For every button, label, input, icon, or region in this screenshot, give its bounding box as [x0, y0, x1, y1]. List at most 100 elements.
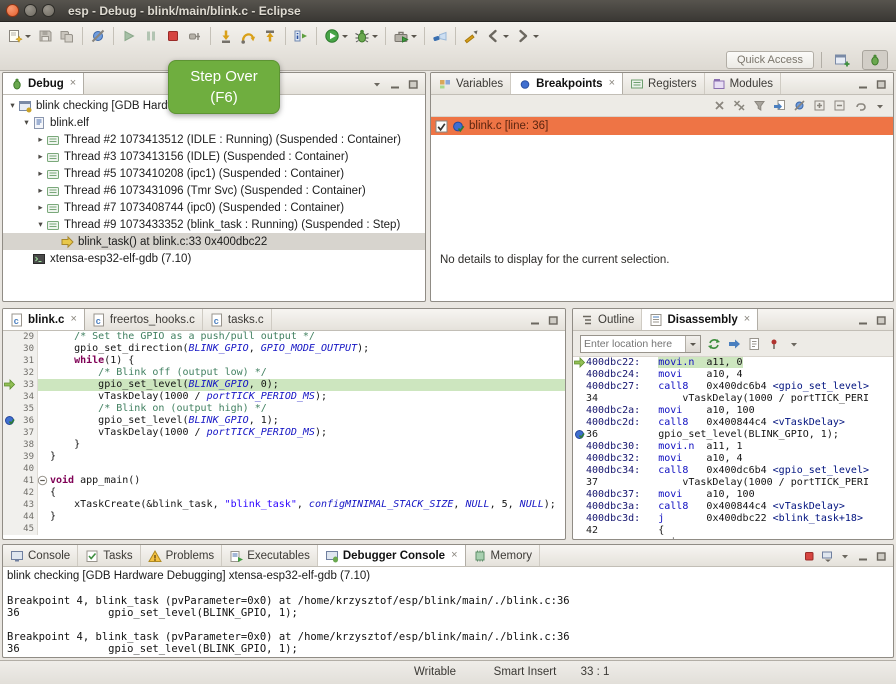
tab-close-icon[interactable]: × [609, 78, 615, 89]
debug-launch-tree[interactable]: ▾blink checking [GDB Hardware Debugging]… [3, 95, 425, 267]
tab-close-icon[interactable]: × [744, 314, 750, 325]
window-close-button[interactable] [6, 4, 19, 17]
tab-disassembly[interactable]: Disassembly× [642, 309, 758, 330]
display-console-button[interactable] [819, 548, 835, 564]
tab-breakpoints[interactable]: Breakpoints× [511, 73, 623, 94]
step-over-button[interactable] [237, 25, 259, 47]
maximize-button[interactable] [873, 76, 889, 92]
breakpoint-row[interactable]: blink.c [line: 36] [431, 117, 893, 135]
quick-access-button[interactable]: Quick Access [726, 51, 814, 69]
location-combo[interactable] [580, 335, 701, 353]
debug-tree-item[interactable]: blink_task() at blink.c:33 0x400dbc22 [3, 233, 425, 250]
view-menu-button[interactable] [871, 97, 888, 114]
disconnect-button[interactable] [184, 25, 206, 47]
console-output[interactable]: Breakpoint 4, blink_task (pvParameter=0x… [3, 583, 893, 655]
debug-perspective-button[interactable] [862, 50, 888, 70]
debug-tree-item[interactable]: ▸Thread #6 1073431096 (Tmr Svc) (Suspend… [3, 182, 425, 199]
tab-outline[interactable]: Outline [573, 309, 642, 330]
tab-close-icon[interactable]: × [70, 78, 76, 89]
tree-expanded-arrow-icon[interactable]: ▾ [21, 117, 32, 128]
debug-tree-item[interactable]: ▾blink.elf [3, 114, 425, 131]
step-into-button[interactable] [215, 25, 237, 47]
skip-all-breakpoints-button[interactable] [87, 25, 109, 47]
debug-button[interactable] [351, 25, 381, 47]
pin-view-button[interactable] [765, 335, 782, 352]
goto-program-counter-button[interactable] [725, 335, 742, 352]
tab-modules[interactable]: Modules [705, 73, 781, 94]
view-menu-button[interactable] [837, 548, 853, 564]
remove-all-breakpoints-button[interactable] [731, 97, 748, 114]
tab-freertos-hooks-c[interactable]: cfreertos_hooks.c [85, 309, 203, 330]
tree-expanded-arrow-icon[interactable]: ▾ [35, 219, 46, 230]
suspend-button[interactable] [140, 25, 162, 47]
minimize-button[interactable] [855, 548, 871, 564]
fold-marker-icon[interactable] [37, 475, 47, 487]
disassembly-content[interactable]: 400dbc22: movi.n a11, 0400dbc24: movi a1… [573, 357, 893, 540]
tree-expanded-arrow-icon[interactable]: ▾ [7, 100, 18, 111]
breakpoints-list[interactable]: blink.c [line: 36] [431, 117, 893, 135]
last-edit-location-button[interactable] [460, 25, 482, 47]
tab-memory[interactable]: Memory [466, 545, 541, 566]
run-button[interactable] [321, 25, 351, 47]
instruction-stepping-button[interactable] [290, 25, 312, 47]
instruction-pointer-icon[interactable] [3, 379, 16, 391]
link-with-debug-view-button[interactable] [851, 97, 868, 114]
location-input[interactable] [581, 336, 685, 352]
open-perspective-button[interactable] [829, 50, 855, 70]
debug-tree-item[interactable]: ▾Thread #9 1073433352 (blink_task : Runn… [3, 216, 425, 233]
tree-collapsed-arrow-icon[interactable]: ▸ [35, 202, 46, 213]
forward-caret-icon[interactable] [533, 35, 539, 41]
resume-button[interactable] [118, 25, 140, 47]
tab-blink-c[interactable]: cblink.c× [3, 309, 85, 330]
skip-all-breakpoints-small-button[interactable] [791, 97, 808, 114]
tab-debugger-console[interactable]: Debugger Console× [318, 545, 466, 566]
back-button[interactable] [482, 25, 512, 47]
maximize-button[interactable] [545, 312, 561, 328]
forward-button[interactable] [512, 25, 542, 47]
back-caret-icon[interactable] [503, 35, 509, 41]
save-all-button[interactable] [56, 25, 78, 47]
goto-breakpoint-file-button[interactable] [771, 97, 788, 114]
minimize-button[interactable] [855, 76, 871, 92]
window-maximize-button[interactable] [42, 4, 55, 17]
step-return-button[interactable] [259, 25, 281, 47]
tab-executables[interactable]: Executables [222, 545, 318, 566]
tab-console[interactable]: Console [3, 545, 78, 566]
debug-tree-item[interactable]: ▸Thread #2 1073413512 (IDLE : Running) (… [3, 131, 425, 148]
maximize-button[interactable] [873, 312, 889, 328]
terminate-button[interactable] [162, 25, 184, 47]
debug-tree-item[interactable]: xtensa-esp32-elf-gdb (7.10) [3, 250, 425, 267]
show-source-button[interactable] [745, 335, 762, 352]
minimize-button[interactable] [387, 76, 403, 92]
tab-tasks[interactable]: Tasks [78, 545, 140, 566]
expand-all-button[interactable] [811, 97, 828, 114]
tab-close-icon[interactable]: × [451, 550, 457, 561]
breakpoint-marker-icon[interactable] [3, 415, 16, 427]
maximize-button[interactable] [405, 76, 421, 92]
terminate-console-button[interactable] [801, 548, 817, 564]
code-editor[interactable]: 29 /* Set the GPIO as a push/pull output… [3, 331, 565, 535]
minimize-button[interactable] [855, 312, 871, 328]
tab-variables[interactable]: Variables [431, 73, 511, 94]
external-tools-caret-icon[interactable] [411, 35, 417, 41]
new-wizard-button[interactable] [4, 25, 34, 47]
sync-active-context-button[interactable] [705, 335, 722, 352]
debug-tree-item[interactable]: ▸Thread #3 1073413156 (IDLE) (Suspended … [3, 148, 425, 165]
tree-collapsed-arrow-icon[interactable]: ▸ [35, 151, 46, 162]
tab-tasks-c[interactable]: ctasks.c [203, 309, 272, 330]
run-caret-icon[interactable] [342, 35, 348, 41]
external-tools-button[interactable] [390, 25, 420, 47]
combo-caret-icon[interactable] [685, 336, 700, 352]
tab-problems[interactable]: Problems [141, 545, 223, 566]
tab-registers[interactable]: Registers [623, 73, 705, 94]
minimize-button[interactable] [527, 312, 543, 328]
search-button[interactable] [429, 25, 451, 47]
tree-collapsed-arrow-icon[interactable]: ▸ [35, 185, 46, 196]
debug-tree-item[interactable]: ▸Thread #5 1073410208 (ipc1) (Suspended … [3, 165, 425, 182]
save-button[interactable] [34, 25, 56, 47]
tab-debug[interactable]: Debug× [3, 73, 84, 94]
debug-tree-item[interactable]: ▸Thread #7 1073408744 (ipc0) (Suspended … [3, 199, 425, 216]
remove-breakpoint-button[interactable] [711, 97, 728, 114]
window-minimize-button[interactable] [24, 4, 37, 17]
collapse-all-button[interactable] [831, 97, 848, 114]
